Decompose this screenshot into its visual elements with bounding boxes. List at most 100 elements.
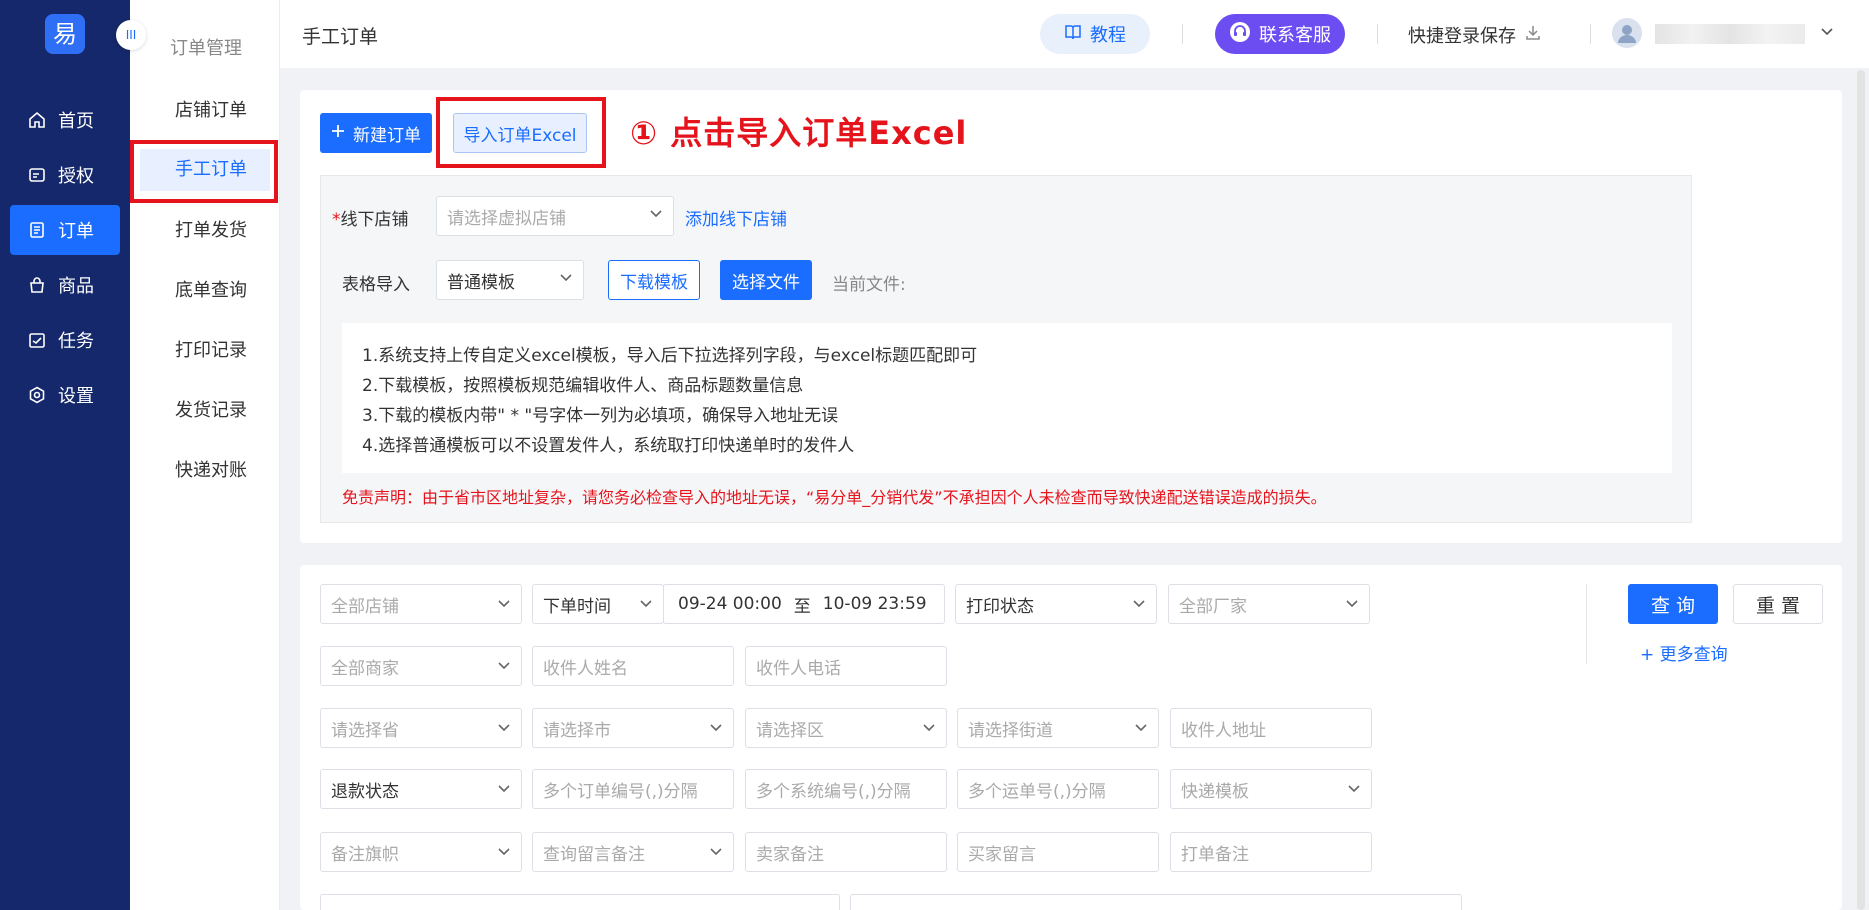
express-template-select[interactable]: 快递模板 (1170, 769, 1372, 809)
submenu-item-waybill-query[interactable]: 底单查询 (140, 270, 270, 312)
print-status-value: 打印状态 (966, 596, 1034, 617)
merchant-value: 全部商家 (331, 658, 399, 679)
chevron-down-icon[interactable] (1820, 24, 1834, 43)
book-icon (1064, 23, 1082, 46)
collapse-sidebar-button[interactable]: III (116, 20, 146, 50)
waybill-numbers-input[interactable]: 多个运单号(,)分隔 (957, 769, 1159, 809)
header-divider (1182, 24, 1183, 44)
merchant-select[interactable]: 全部商家 (320, 646, 522, 686)
nav-order[interactable]: 订单 (10, 205, 120, 255)
chevron-down-icon (1348, 785, 1360, 793)
header-divider (1377, 24, 1378, 44)
nav-goods[interactable]: 商品 (10, 260, 120, 310)
order-icon (28, 221, 46, 239)
user-avatar[interactable] (1612, 18, 1642, 48)
seller-remark-input[interactable]: 卖家备注 (745, 832, 947, 872)
chevron-down-icon (498, 848, 510, 856)
new-order-button[interactable]: 新建订单 (320, 113, 432, 153)
nav-settings[interactable]: 设置 (10, 370, 120, 420)
time-type-select[interactable]: 下单时间 (532, 584, 664, 624)
chevron-down-icon (498, 662, 510, 670)
nav-home[interactable]: 首页 (10, 95, 120, 145)
nav-home-label: 首页 (58, 111, 94, 132)
refund-status-select[interactable]: 退款状态 (320, 769, 522, 809)
receiver-name-input[interactable]: 收件人姓名 (532, 646, 734, 686)
submenu-title: 订单管理 (170, 38, 242, 59)
submenu-item-print-ship[interactable]: 打单发货 (140, 210, 270, 252)
district-select[interactable]: 请选择区 (745, 708, 947, 748)
top-header: 手工订单 教程 联系客服 快捷登录保存 (280, 0, 1869, 68)
nav-authorize-label: 授权 (58, 166, 94, 187)
app-logo[interactable]: 易 (45, 14, 85, 54)
buyer-message-input[interactable]: 买家留言 (957, 832, 1159, 872)
city-select[interactable]: 请选择市 (532, 708, 734, 748)
query-message-select[interactable]: 查询留言备注 (532, 832, 734, 872)
refund-status-value: 退款状态 (331, 781, 399, 802)
page-scrollbar[interactable] (1857, 70, 1865, 910)
note-line: 4.选择普通模板可以不设置发件人，系统取打印快递单时的发件人 (362, 436, 855, 456)
receiver-address-input[interactable]: 收件人地址 (1170, 708, 1372, 748)
more-query-link[interactable]: + 更多查询 (1640, 640, 1728, 665)
chevron-down-icon (640, 600, 652, 608)
chevron-down-icon (560, 274, 572, 282)
note-line: 3.下载的模板内带" * "号字体一列为必填项，确保导入地址无误 (362, 406, 839, 426)
task-icon (28, 331, 46, 349)
user-name-blurred (1655, 24, 1805, 44)
province-select[interactable]: 请选择省 (320, 708, 522, 748)
chevron-down-icon (498, 724, 510, 732)
page-title: 手工订单 (302, 26, 379, 48)
order-numbers-input[interactable]: 多个订单编号(,)分隔 (532, 769, 734, 809)
download-template-button[interactable]: 下载模板 (608, 260, 700, 300)
submenu-item-ship-records[interactable]: 发货记录 (140, 390, 270, 432)
chevron-down-icon (498, 600, 510, 608)
query-message-value: 查询留言备注 (543, 844, 645, 865)
submenu-item-express-reconcile[interactable]: 快递对账 (140, 450, 270, 492)
street-select[interactable]: 请选择街道 (957, 708, 1159, 748)
factory-value: 全部厂家 (1179, 596, 1247, 617)
query-button[interactable]: 查 询 (1628, 584, 1718, 624)
submenu-item-store-orders[interactable]: 店铺订单 (140, 90, 270, 132)
print-remark-input[interactable]: 打单备注 (1170, 832, 1372, 872)
date-range-picker[interactable]: 09-24 00:00 至 10-09 23:59 (663, 584, 945, 624)
store-filter-select[interactable]: 全部店铺 (320, 584, 522, 624)
offline-store-label-text: 线下店铺 (340, 210, 409, 230)
offline-store-placeholder: 请选择虚拟店铺 (447, 208, 566, 229)
date-start: 09-24 00:00 (678, 594, 782, 614)
quick-login-save-button[interactable]: 快捷登录保存 (1408, 22, 1542, 48)
choose-file-button[interactable]: 选择文件 (720, 260, 812, 300)
note-line: 2.下载模板，按照模板规范编辑收件人、商品标题数量信息 (362, 376, 804, 396)
nav-order-label: 订单 (58, 221, 94, 242)
nav-authorize[interactable]: 授权 (10, 150, 120, 200)
chevron-down-icon (1133, 600, 1145, 608)
note-line: 1.系统支持上传自定义excel模板，导入后下拉选择列字段，与excel标题匹配… (362, 346, 978, 366)
template-select[interactable]: 普通模板 (436, 260, 584, 300)
receiver-phone-input[interactable]: 收件人电话 (745, 646, 947, 686)
reset-button[interactable]: 重 置 (1733, 584, 1823, 624)
date-end: 10-09 23:59 (822, 594, 927, 614)
nav-task-label: 任务 (58, 331, 94, 352)
download-icon (1524, 24, 1542, 47)
quick-save-label: 快捷登录保存 (1408, 26, 1516, 47)
order-submenu: 订单管理 店铺订单 手工订单 打单发货 底单查询 打印记录 发货记录 快递对账 (130, 0, 280, 910)
contact-service-button[interactable]: 联系客服 (1215, 14, 1345, 54)
submenu-item-print-records[interactable]: 打印记录 (140, 330, 270, 372)
disclaimer-text: 免责声明：由于省市区地址复杂，请您务必检查导入的地址无误，“易分单_分销代发”不… (342, 488, 1327, 507)
city-placeholder: 请选择市 (543, 720, 611, 741)
new-order-label: 新建订单 (353, 125, 421, 146)
template-value: 普通模板 (447, 272, 515, 293)
required-mark: * (332, 210, 341, 230)
factory-select[interactable]: 全部厂家 (1168, 584, 1370, 624)
nav-task[interactable]: 任务 (10, 315, 120, 365)
system-numbers-input[interactable]: 多个系统编号(,)分隔 (745, 769, 947, 809)
tutorial-button[interactable]: 教程 (1040, 14, 1150, 54)
print-status-select[interactable]: 打印状态 (955, 584, 1157, 624)
nav-goods-label: 商品 (58, 276, 94, 297)
chevron-down-icon (1135, 724, 1147, 732)
chevron-down-icon (498, 785, 510, 793)
partial-filter-row[interactable] (320, 894, 840, 910)
chevron-down-icon (1346, 600, 1358, 608)
partial-filter-row[interactable] (850, 894, 1462, 910)
add-offline-store-link[interactable]: 添加线下店铺 (685, 205, 787, 230)
remark-flag-select[interactable]: 备注旗帜 (320, 832, 522, 872)
offline-store-select[interactable]: 请选择虚拟店铺 (436, 196, 674, 236)
